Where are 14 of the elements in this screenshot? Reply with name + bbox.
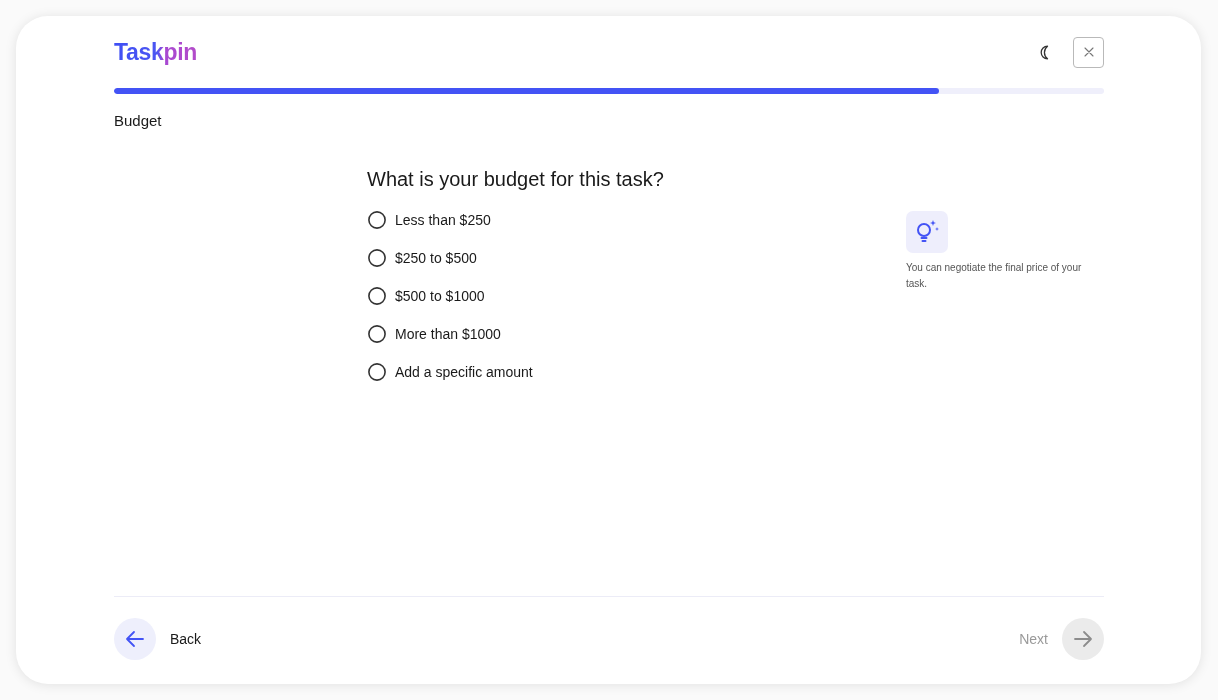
radio-option[interactable]: Add a specific amount [367, 353, 533, 391]
moon-icon[interactable] [1038, 44, 1050, 60]
close-icon [1083, 47, 1094, 57]
tip-text: You can negotiate the final price of your task. [906, 261, 1083, 291]
radio-option[interactable]: $250 to $500 [367, 239, 477, 277]
arrow-right-icon [1062, 617, 1104, 660]
radio-option[interactable]: $500 to $1000 [367, 277, 485, 315]
step-title: Budget [114, 111, 162, 131]
question-heading: What is your budget for this task? [367, 167, 664, 192]
back-button[interactable]: Back [114, 617, 202, 660]
lightbulb-icon [906, 211, 948, 253]
radio-option[interactable]: Less than $250 [367, 201, 491, 239]
radio-option[interactable]: More than $1000 [367, 315, 501, 353]
arrow-left-icon [114, 617, 156, 660]
